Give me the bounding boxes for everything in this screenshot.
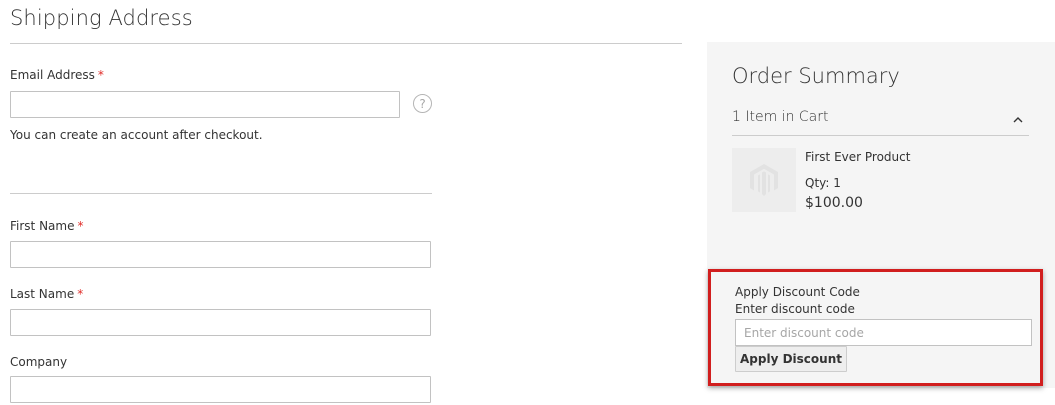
- first-name-label: First Name *: [10, 219, 83, 233]
- required-mark: *: [77, 287, 84, 301]
- product-price: $100.00: [805, 195, 863, 211]
- section-divider: [10, 193, 432, 194]
- last-name-label-text: Last Name: [10, 287, 75, 301]
- magento-logo-icon: [750, 164, 778, 196]
- product-name: First Ever Product: [805, 150, 911, 164]
- company-label: Company: [10, 355, 68, 369]
- create-account-note: You can create an account after checkout…: [10, 128, 263, 142]
- product-qty: Qty: 1: [805, 176, 841, 190]
- email-label-text: Email Address: [10, 68, 95, 82]
- cart-divider: [732, 135, 1029, 136]
- discount-code-highlight: Apply Discount Code Enter discount code …: [708, 269, 1043, 386]
- cart-count-label: 1 Item in Cart: [732, 109, 829, 125]
- discount-title: Apply Discount Code: [735, 285, 860, 299]
- last-name-field[interactable]: [10, 309, 431, 336]
- email-label: Email Address *: [10, 68, 104, 82]
- product-thumbnail[interactable]: [732, 148, 796, 212]
- question-circle-icon[interactable]: ?: [413, 94, 432, 113]
- heading-divider: [10, 43, 682, 44]
- shipping-address-heading: Shipping Address: [10, 6, 193, 30]
- order-summary-title: Order Summary: [732, 64, 900, 88]
- email-field[interactable]: [10, 91, 400, 118]
- discount-code-input[interactable]: [735, 319, 1032, 346]
- discount-subtitle: Enter discount code: [735, 302, 855, 316]
- company-field[interactable]: [10, 376, 431, 403]
- cart-items-toggle[interactable]: 1 Item in Cart: [732, 109, 1029, 125]
- chevron-up-icon[interactable]: [1013, 112, 1023, 126]
- last-name-label: Last Name *: [10, 287, 83, 301]
- apply-discount-button[interactable]: Apply Discount: [735, 346, 847, 372]
- required-mark: *: [97, 68, 104, 82]
- required-mark: *: [77, 219, 84, 233]
- first-name-label-text: First Name: [10, 219, 75, 233]
- first-name-field[interactable]: [10, 241, 431, 268]
